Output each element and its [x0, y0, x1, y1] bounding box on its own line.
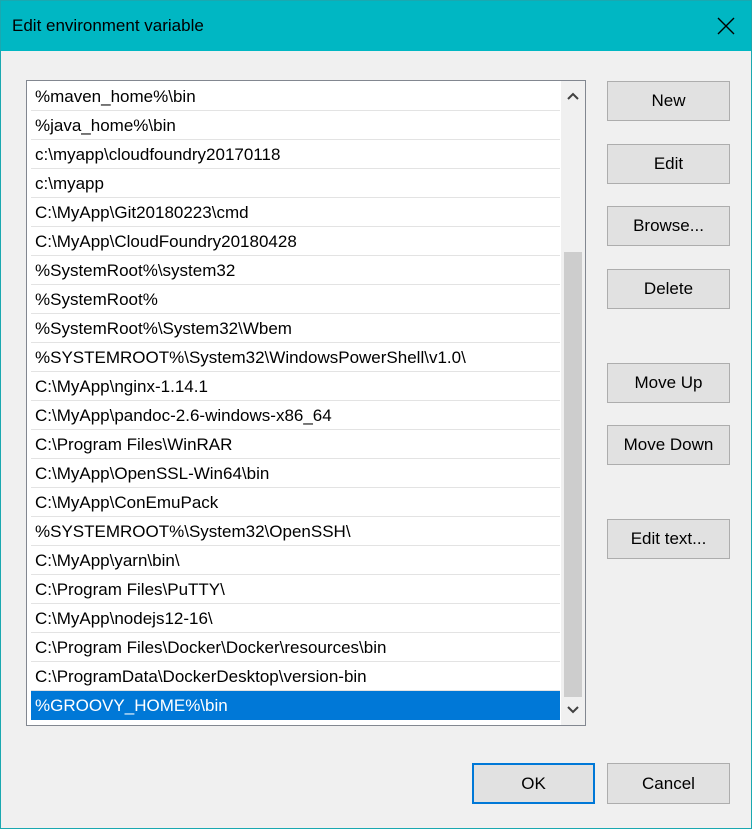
dialog-title: Edit environment variable — [12, 16, 204, 35]
scroll-up-button[interactable] — [561, 81, 585, 111]
path-list-item[interactable]: C:\Program Files\Docker\Docker\resources… — [31, 633, 560, 662]
scrollbar-thumb[interactable] — [564, 252, 582, 697]
edit-text-button[interactable]: Edit text... — [607, 519, 730, 559]
path-list-item[interactable]: %GROOVY_HOME%\bin — [31, 691, 560, 720]
move-down-button[interactable]: Move Down — [607, 425, 730, 465]
path-list-item[interactable]: C:\ProgramData\DockerDesktop\version-bin — [31, 662, 560, 691]
edit-button[interactable]: Edit — [607, 144, 730, 184]
path-list-item[interactable]: C:\MyApp\ConEmuPack — [31, 488, 560, 517]
ok-button[interactable]: OK — [472, 763, 595, 804]
path-list-item[interactable]: C:\MyApp\yarn\bin\ — [31, 546, 560, 575]
path-list-item[interactable]: c:\myapp — [31, 169, 560, 198]
path-list-item[interactable]: C:\Program Files\WinRAR — [31, 430, 560, 459]
path-list-item[interactable]: %java_home%\bin — [31, 111, 560, 140]
title-bar[interactable]: Edit environment variable — [1, 1, 751, 51]
edit-environment-variable-dialog: Edit environment variable %maven_home%\b… — [0, 0, 752, 829]
close-icon — [717, 17, 735, 35]
delete-button[interactable]: Delete — [607, 269, 730, 309]
close-button[interactable] — [701, 1, 751, 51]
path-list-item[interactable]: C:\MyApp\OpenSSL-Win64\bin — [31, 459, 560, 488]
new-button[interactable]: New — [607, 81, 730, 121]
path-list-item[interactable]: %SYSTEMROOT%\System32\OpenSSH\ — [31, 517, 560, 546]
path-list-item[interactable]: C:\Program Files\PuTTY\ — [31, 575, 560, 604]
path-list-item[interactable]: C:\MyApp\CloudFoundry20180428 — [31, 227, 560, 256]
path-list-item[interactable]: %SYSTEMROOT%\System32\WindowsPowerShell\… — [31, 343, 560, 372]
vertical-scrollbar[interactable] — [561, 81, 585, 725]
path-list-item[interactable]: %SystemRoot%\system32 — [31, 256, 560, 285]
scroll-down-button[interactable] — [561, 695, 585, 725]
cancel-button[interactable]: Cancel — [607, 763, 730, 804]
browse-button[interactable]: Browse... — [607, 206, 730, 246]
chevron-up-icon — [567, 92, 579, 100]
path-list[interactable]: %maven_home%\bin %java_home%\bin c:\myapp\… — [26, 80, 586, 726]
path-list-item[interactable]: %SystemRoot%\System32\Wbem — [31, 314, 560, 343]
path-list-item[interactable]: C:\MyApp\pandoc-2.6-windows-x86_64 — [31, 401, 560, 430]
path-list-item[interactable]: %SystemRoot% — [31, 285, 560, 314]
path-list-item[interactable]: c:\myapp\cloudfoundry20170118 — [31, 140, 560, 169]
path-list-item[interactable]: %maven_home%\bin — [31, 82, 560, 111]
chevron-down-icon — [567, 706, 579, 714]
path-list-item[interactable]: C:\MyApp\nodejs12-16\ — [31, 604, 560, 633]
path-list-item[interactable]: C:\MyApp\nginx-1.14.1 — [31, 372, 560, 401]
move-up-button[interactable]: Move Up — [607, 363, 730, 403]
path-list-items: %maven_home%\bin %java_home%\bin c:\myapp\… — [31, 82, 560, 720]
path-list-item[interactable]: C:\MyApp\Git20180223\cmd — [31, 198, 560, 227]
